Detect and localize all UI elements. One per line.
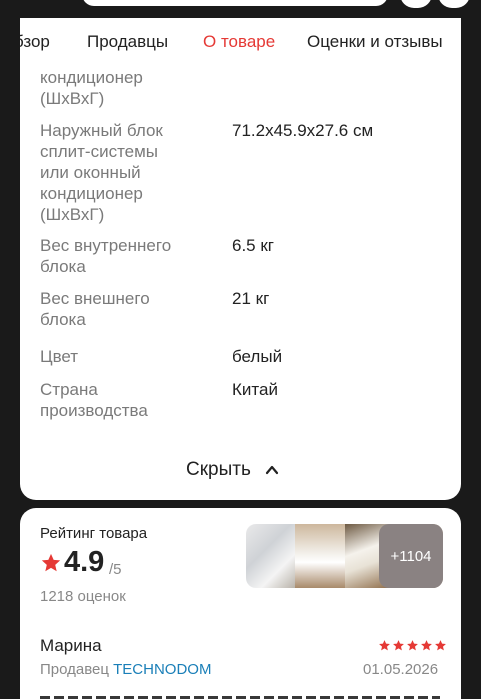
star-icon: [41, 553, 61, 572]
spec-label: кондиционер (ШхВхГ): [40, 68, 143, 108]
spec-label: Цвет: [40, 347, 79, 366]
star-icon: [379, 640, 390, 651]
spec-value: 71.2x45.9x27.6 см: [232, 121, 374, 140]
star-icon: [407, 640, 418, 651]
star-icon: [421, 640, 432, 651]
spec-label: Страна производства: [40, 380, 148, 420]
rating-count: 1218 оценок: [40, 588, 126, 605]
product-specs: кондиционер (ШхВхГ) Наружный блок сплит-…: [20, 60, 461, 500]
star-icon: [435, 640, 446, 651]
rating-max: /5: [109, 561, 122, 578]
hide-specs-button[interactable]: Скрыть: [186, 458, 279, 482]
top-bar: [0, 0, 481, 18]
review-author: Марина: [40, 636, 102, 655]
tab-sellers[interactable]: Продавцы: [87, 32, 168, 52]
tab-reviews[interactable]: Оценки и отзывы: [307, 32, 443, 52]
spec-label: Вес внутреннего блока: [40, 236, 172, 276]
review-date: 01.05.2026: [363, 661, 439, 678]
review-photo[interactable]: [246, 524, 296, 588]
spec-value: Китай: [232, 380, 278, 399]
tab-about-product[interactable]: О товаре: [203, 32, 275, 52]
more-photos-button[interactable]: +1104: [379, 524, 443, 588]
spec-label: Вес внешнего блока: [40, 289, 150, 329]
search-bar[interactable]: [82, 0, 388, 6]
rating-value: 4.9: [64, 546, 105, 578]
review-stars: [378, 639, 447, 652]
rating-card: Рейтинг товара 4.9 /5 1218 оценок +1104 …: [20, 508, 461, 699]
review-photo[interactable]: [295, 524, 345, 588]
spec-label: Наружный блок сплит-системы или оконный …: [40, 121, 163, 224]
tab-overview[interactable]: бзор: [20, 32, 50, 52]
rating-title: Рейтинг товара: [40, 525, 148, 542]
chevron-up-icon: [265, 465, 278, 475]
share-icon[interactable]: [400, 0, 432, 8]
spec-value: 6.5 кг: [232, 236, 274, 255]
review-seller: Продавец TECHNODOM: [40, 661, 212, 678]
hide-specs-label: Скрыть: [186, 459, 251, 480]
spec-value: белый: [232, 347, 283, 366]
seller-link[interactable]: TECHNODOM: [113, 661, 211, 678]
star-icon: [393, 640, 404, 651]
menu-icon[interactable]: [438, 0, 470, 8]
spec-value: 21 кг: [232, 289, 270, 308]
